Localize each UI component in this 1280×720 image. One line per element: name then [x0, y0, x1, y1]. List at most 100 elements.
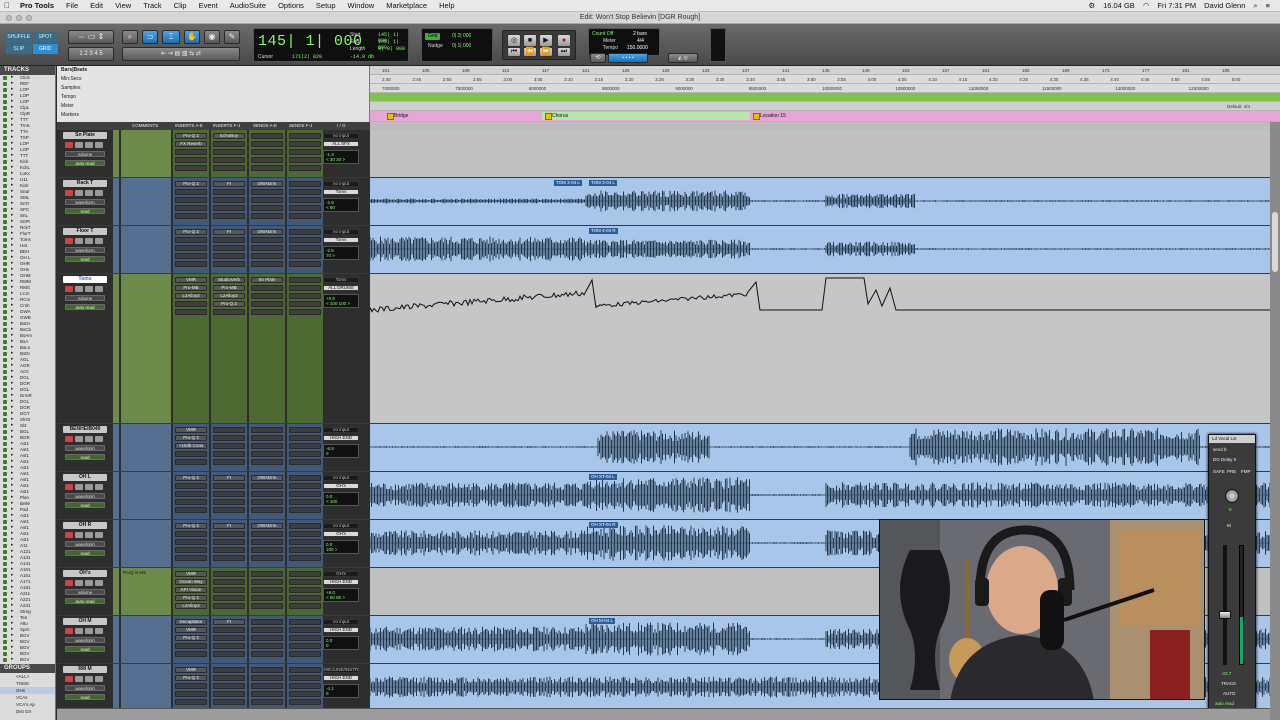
- countoff-label[interactable]: Count Off: [592, 31, 613, 37]
- empty-slot[interactable]: [251, 635, 283, 641]
- record-enable-icon[interactable]: [65, 142, 73, 148]
- empty-slot[interactable]: [289, 643, 321, 649]
- volume-pan-readout[interactable]: -2.6 < 60: [323, 198, 359, 212]
- empty-slot[interactable]: [213, 627, 245, 633]
- plugin-slot[interactable]: FI: [213, 181, 245, 187]
- input-monitor-icon[interactable]: [75, 580, 83, 586]
- track-lane[interactable]: [370, 274, 1280, 423]
- input-monitor-icon[interactable]: [75, 142, 83, 148]
- mute-icon[interactable]: [95, 676, 103, 682]
- empty-slot[interactable]: [289, 547, 321, 553]
- nudge-label[interactable]: Nudge: [425, 43, 446, 50]
- empty-slot[interactable]: [251, 579, 283, 585]
- empty-slot[interactable]: [289, 555, 321, 561]
- empty-slot[interactable]: [175, 699, 207, 705]
- volume-pan-readout[interactable]: 0.0 0: [323, 636, 359, 650]
- loop-icon[interactable]: ⟲: [590, 53, 606, 63]
- automation-mode-selector[interactable]: auto read: [65, 160, 105, 166]
- empty-slot[interactable]: [175, 237, 207, 243]
- volume-pan-readout[interactable]: +6.0 < 80 80 >: [323, 588, 359, 602]
- track-nameplate[interactable]: Rack T: [63, 180, 107, 187]
- solo-icon[interactable]: [85, 238, 93, 244]
- vertical-scrollbar[interactable]: [1270, 122, 1280, 720]
- pan-knob[interactable]: [1225, 489, 1239, 503]
- plugin-slot[interactable]: Pro-Q 2: [213, 301, 245, 307]
- empty-slot[interactable]: [251, 245, 283, 251]
- meter-ruler[interactable]: Default: 4/4: [370, 102, 1280, 111]
- empty-slot[interactable]: [251, 427, 283, 433]
- automation-mode-selector[interactable]: read: [65, 694, 105, 700]
- ruler-markers-label[interactable]: Markers: [61, 112, 79, 118]
- track-comments[interactable]: [121, 226, 171, 273]
- plugin-slot[interactable]: Pro-Q 2: [175, 229, 207, 235]
- output-selector[interactable]: OH's: [323, 483, 359, 489]
- empty-slot[interactable]: [251, 301, 283, 307]
- empty-slot[interactable]: [213, 443, 245, 449]
- empty-slot[interactable]: [289, 149, 321, 155]
- empty-slot[interactable]: [213, 539, 245, 545]
- metronome-icon[interactable]: ◭ ◎: [668, 53, 698, 63]
- output-selector[interactable]: ALL DRUMS: [323, 285, 359, 291]
- solo-icon[interactable]: [85, 190, 93, 196]
- empty-slot[interactable]: [213, 451, 245, 457]
- empty-slot[interactable]: [175, 253, 207, 259]
- output-selector[interactable]: HIGH END: [323, 675, 359, 681]
- empty-slot[interactable]: [213, 587, 245, 593]
- empty-slot[interactable]: [213, 483, 245, 489]
- mute-icon[interactable]: [95, 190, 103, 196]
- menu-options[interactable]: Options: [272, 1, 310, 10]
- empty-slot[interactable]: [289, 491, 321, 497]
- mute-icon[interactable]: [95, 142, 103, 148]
- menu-file[interactable]: File: [60, 1, 84, 10]
- empty-slot[interactable]: [213, 309, 245, 315]
- empty-slot[interactable]: [289, 253, 321, 259]
- plugin-slot[interactable]: VMR: [175, 571, 207, 577]
- input-selector[interactable]: no input: [323, 475, 359, 481]
- solo-icon[interactable]: [85, 628, 93, 634]
- group-item[interactable]: <ALL>: [0, 673, 55, 680]
- grid-value[interactable]: 0| 2| 000: [452, 33, 471, 39]
- empty-slot[interactable]: [289, 603, 321, 609]
- track-comments[interactable]: [121, 664, 171, 711]
- solo-icon[interactable]: [85, 436, 93, 442]
- empty-slot[interactable]: [251, 547, 283, 553]
- track-nameplate[interactable]: BENHEIB040: [63, 426, 107, 433]
- input-monitor-icon[interactable]: [75, 286, 83, 292]
- tempo-ruler[interactable]: [370, 93, 1280, 102]
- input-monitor-icon[interactable]: [75, 436, 83, 442]
- empty-slot[interactable]: [289, 619, 321, 625]
- empty-slot[interactable]: [289, 189, 321, 195]
- track-nameplate[interactable]: OH's: [63, 570, 107, 577]
- plugin-slot[interactable]: Pro-MB: [175, 285, 207, 291]
- menu-setup[interactable]: Setup: [310, 1, 342, 10]
- input-monitor-icon[interactable]: [75, 628, 83, 634]
- empty-slot[interactable]: [213, 691, 245, 697]
- empty-slot[interactable]: [289, 459, 321, 465]
- empty-slot[interactable]: [289, 507, 321, 513]
- menu-window[interactable]: Window: [342, 1, 381, 10]
- send-plugin[interactable]: DG Delay II: [1213, 457, 1236, 462]
- track-nameplate[interactable]: Sn Plate: [63, 132, 107, 139]
- plugin-slot[interactable]: Sn Plate: [251, 277, 283, 283]
- input-monitor-icon[interactable]: [75, 190, 83, 196]
- plugin-slot[interactable]: VMR: [175, 427, 207, 433]
- empty-slot[interactable]: [213, 635, 245, 641]
- empty-slot[interactable]: [289, 675, 321, 681]
- output-selector[interactable]: Toms: [323, 189, 359, 195]
- volume-pan-readout[interactable]: +0.6 < 100 100 >: [323, 294, 359, 308]
- empty-slot[interactable]: [213, 205, 245, 211]
- zoom-icon[interactable]: [26, 15, 32, 21]
- mute-icon[interactable]: M: [1227, 523, 1231, 528]
- solo-icon[interactable]: [85, 484, 93, 490]
- empty-slot[interactable]: [251, 157, 283, 163]
- empty-slot[interactable]: [289, 165, 321, 171]
- empty-slot[interactable]: [289, 261, 321, 267]
- track-nameplate[interactable]: Floor T: [63, 228, 107, 235]
- empty-slot[interactable]: [251, 213, 283, 219]
- empty-slot[interactable]: [251, 643, 283, 649]
- empty-slot[interactable]: [251, 571, 283, 577]
- empty-slot[interactable]: [213, 507, 245, 513]
- empty-slot[interactable]: [175, 491, 207, 497]
- wifi-icon[interactable]: ◠: [1143, 1, 1150, 10]
- nudge-value[interactable]: 0| 1| 000: [452, 43, 471, 49]
